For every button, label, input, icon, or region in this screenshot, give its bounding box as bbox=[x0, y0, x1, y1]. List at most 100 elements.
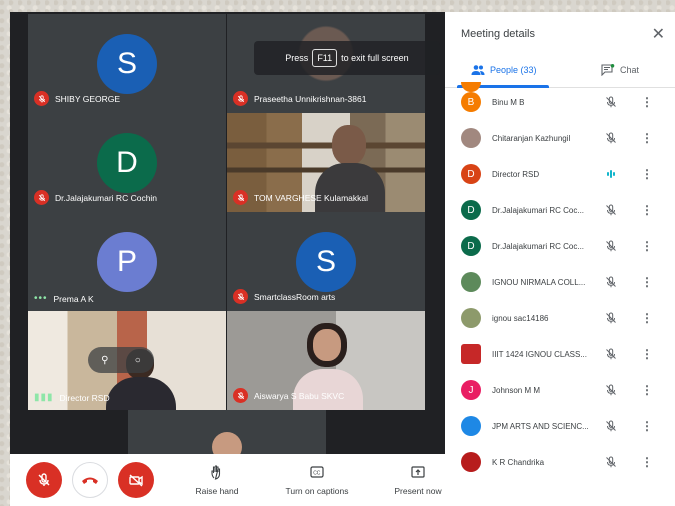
more-options-icon[interactable]: ⋮ bbox=[641, 95, 653, 109]
self-video bbox=[212, 432, 242, 454]
participant-name: IIIT 1424 IGNOU CLASS... bbox=[492, 349, 587, 359]
tab-people[interactable]: People (33) bbox=[471, 64, 537, 76]
avatar: D bbox=[461, 164, 481, 184]
mic-off-icon bbox=[233, 289, 248, 304]
participant-row[interactable]: IGNOU NIRMALA COLL... ⋮ bbox=[445, 264, 675, 300]
participant-name: ignou sac14186 bbox=[492, 313, 549, 323]
participant-name: Dr.Jalajakumari RC Coc... bbox=[492, 241, 585, 251]
mic-off-icon bbox=[606, 312, 616, 324]
participant-row[interactable]: D Director RSD ⋮ bbox=[445, 156, 675, 192]
participant-name: JPM ARTS AND SCIENC... bbox=[492, 421, 589, 431]
participant-tile-aiswarya[interactable]: Aiswarya S Babu SKVC bbox=[227, 311, 425, 410]
more-options-icon[interactable]: ⋮ bbox=[641, 383, 653, 397]
mic-off-icon bbox=[38, 473, 50, 486]
tile-name: SmartclassRoom arts bbox=[254, 291, 336, 302]
avatar bbox=[461, 308, 481, 328]
more-options-icon[interactable]: ⋮ bbox=[641, 275, 653, 289]
panel-title: Meeting details bbox=[461, 28, 535, 40]
participant-tile-prema[interactable]: P ••• Prema A K bbox=[28, 212, 226, 311]
captions-button[interactable]: CC Turn on captions bbox=[276, 464, 358, 496]
tile-name: Dr.Jalajakumari RC Cochin bbox=[55, 192, 158, 203]
participant-name: Johnson M M bbox=[492, 385, 541, 395]
mic-toggle-button[interactable] bbox=[26, 462, 62, 498]
camera-toggle-button[interactable] bbox=[118, 462, 154, 498]
tile-name: TOM VARGHESE Kulamakkal bbox=[254, 192, 368, 203]
leave-call-button[interactable] bbox=[72, 462, 108, 498]
pin-icon[interactable]: ⚲ bbox=[101, 355, 108, 366]
present-now-button[interactable]: Present now bbox=[392, 464, 444, 496]
participant-name: Binu M B bbox=[492, 97, 525, 107]
present-now-label: Present now bbox=[394, 486, 442, 496]
mic-off-icon bbox=[233, 190, 248, 205]
avatar: P bbox=[97, 232, 157, 292]
tile-label: Aiswarya S Babu SKVC bbox=[233, 388, 344, 403]
tile-name: Director RSD bbox=[59, 392, 110, 403]
participant-row[interactable]: J Johnson M M ⋮ bbox=[445, 372, 675, 408]
participant-row[interactable]: D Dr.Jalajakumari RC Coc... ⋮ bbox=[445, 228, 675, 264]
participant-tile-smartclass[interactable]: S SmartclassRoom arts bbox=[227, 212, 425, 311]
participant-row[interactable]: D Dr.Jalajakumari RC Coc... ⋮ bbox=[445, 192, 675, 228]
captions-label: Turn on captions bbox=[285, 486, 349, 496]
tile-label: Dr.Jalajakumari RC Cochin bbox=[34, 190, 157, 205]
more-options-icon[interactable]: ⋮ bbox=[641, 455, 653, 469]
f11-key: F11 bbox=[312, 49, 338, 67]
avatar: D bbox=[461, 200, 481, 220]
tile-label: TOM VARGHESE Kulamakkal bbox=[233, 190, 368, 205]
mic-off-icon bbox=[606, 384, 616, 396]
tile-name: Prema A K bbox=[53, 293, 94, 304]
tile-name: SHIBY GEORGE bbox=[55, 93, 121, 104]
avatar bbox=[461, 128, 481, 148]
more-options-icon[interactable]: ⋮ bbox=[641, 419, 653, 433]
tile-label: ••• Prema A K bbox=[34, 293, 94, 304]
mic-off-icon bbox=[606, 420, 616, 432]
more-options-icon[interactable]: ⋮ bbox=[641, 347, 653, 361]
avatar: B bbox=[461, 92, 481, 112]
participant-row[interactable]: K R Chandrika ⋮ bbox=[445, 444, 675, 480]
tab-chat-label: Chat bbox=[620, 65, 640, 75]
mic-off-icon bbox=[34, 190, 49, 205]
tab-people-label: People (33) bbox=[490, 65, 537, 75]
meeting-toolbar: Raise hand CC Turn on captions Present n… bbox=[10, 454, 445, 506]
self-view-tile[interactable] bbox=[128, 410, 326, 454]
participant-tile-shiby[interactable]: S SHIBY GEORGE bbox=[28, 14, 226, 113]
avatar bbox=[461, 452, 481, 472]
participant-row[interactable]: B Binu M B ⋮ bbox=[445, 84, 675, 120]
more-options-icon[interactable]: ⋮ bbox=[641, 203, 653, 217]
tab-chat[interactable]: Chat bbox=[601, 64, 639, 76]
participant-tile-jalajakumari[interactable]: D Dr.Jalajakumari RC Cochin bbox=[28, 113, 226, 212]
participant-row[interactable]: Chitaranjan Kazhungil ⋮ bbox=[445, 120, 675, 156]
mic-off-icon bbox=[233, 91, 248, 106]
tile-label: ▮▮▮ Director RSD bbox=[34, 392, 110, 403]
participant-tile-tom[interactable]: TOM VARGHESE Kulamakkal bbox=[227, 113, 425, 212]
more-options-icon[interactable]: ⋮ bbox=[641, 239, 653, 253]
raise-hand-label: Raise hand bbox=[195, 486, 239, 496]
more-options-icon[interactable]: ⋮ bbox=[641, 311, 653, 325]
hand-icon bbox=[211, 465, 221, 480]
raise-hand-button[interactable]: Raise hand bbox=[195, 464, 239, 496]
avatar bbox=[461, 272, 481, 292]
mic-icon[interactable]: ○ bbox=[135, 355, 141, 366]
mic-off-icon bbox=[606, 348, 616, 360]
mic-off-icon bbox=[606, 96, 616, 108]
mic-off-icon bbox=[606, 240, 616, 252]
avatar: S bbox=[97, 34, 157, 94]
participant-name: Director RSD bbox=[492, 169, 540, 179]
fullscreen-hint: Press F11 to exit full screen bbox=[254, 41, 440, 75]
tile-label: SmartclassRoom arts bbox=[233, 289, 335, 304]
participant-name: K R Chandrika bbox=[492, 457, 545, 467]
participant-row[interactable]: ignou sac14186 ⋮ bbox=[445, 300, 675, 336]
tile-label: SHIBY GEORGE bbox=[34, 91, 120, 106]
more-options-icon[interactable]: ⋮ bbox=[641, 167, 653, 181]
participant-name: IGNOU NIRMALA COLL... bbox=[492, 277, 586, 287]
avatar: D bbox=[97, 133, 157, 193]
avatar: D bbox=[461, 236, 481, 256]
speaking-icon bbox=[607, 170, 615, 178]
participant-tile-director[interactable]: ⚲ ○ ▮▮▮ Director RSD bbox=[28, 311, 226, 410]
close-icon[interactable]: ✕ bbox=[652, 24, 665, 44]
participant-row[interactable]: IIIT 1424 IGNOU CLASS... ⋮ bbox=[445, 336, 675, 372]
more-options-icon[interactable]: ⋮ bbox=[641, 131, 653, 145]
mic-off-icon bbox=[233, 388, 248, 403]
participant-row[interactable]: JPM ARTS AND SCIENC... ⋮ bbox=[445, 408, 675, 444]
people-icon bbox=[471, 65, 485, 75]
hint-press: Press bbox=[285, 53, 309, 63]
